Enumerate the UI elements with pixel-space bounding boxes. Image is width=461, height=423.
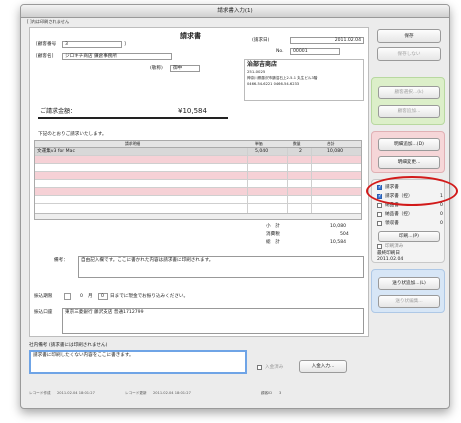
col-divider bbox=[311, 148, 312, 219]
table-row[interactable] bbox=[35, 172, 361, 180]
due-label: 振込期限 bbox=[34, 294, 53, 299]
issuer-postal: 251-0025 bbox=[247, 69, 266, 74]
delivery-group: 送り状追加...(L) 送り状編集... bbox=[371, 269, 445, 313]
invoice-no-label: No. bbox=[276, 49, 284, 54]
print-delivery-checkbox[interactable] bbox=[377, 203, 382, 208]
detail-table[interactable]: 請求明細 単価 数量 合計 文運集v3 for Mac 5,040 2 10,0… bbox=[34, 140, 362, 220]
row-total: 10,080 bbox=[327, 149, 344, 154]
customer-id-value: 3 bbox=[279, 391, 282, 395]
row-qty: 2 bbox=[299, 149, 302, 154]
print-receipt-checkbox[interactable] bbox=[377, 221, 382, 226]
highlight-oval bbox=[366, 176, 458, 206]
invoice-paper: 請求書 [顧客番号 3 ] [顧客名] ジロキチ商店 鎌倉事務所 (敬称) 御中… bbox=[29, 27, 369, 337]
row-item: 文運集v3 for Mac bbox=[37, 149, 75, 154]
created-label: レコード作成 bbox=[29, 391, 51, 395]
amount-label: ご請求金額： bbox=[40, 108, 77, 115]
customer-name-label: [顧客名] bbox=[36, 54, 54, 59]
invoice-date-label: (請求日) bbox=[252, 38, 270, 43]
invoice-date-field[interactable]: 2011.02.04 bbox=[290, 37, 364, 44]
table-row[interactable] bbox=[35, 180, 361, 188]
customer-number-label: [顧客番号 bbox=[36, 42, 57, 47]
tax-value: 504 bbox=[340, 232, 349, 237]
total-label: 総 計 bbox=[266, 240, 280, 245]
remarks-label: 備考： bbox=[54, 258, 68, 263]
window-title: 請求書入力(1) bbox=[21, 5, 449, 18]
tax-label: 消費税 bbox=[266, 232, 280, 237]
due-checkbox[interactable] bbox=[64, 293, 71, 300]
remarks-field[interactable]: 自由記入欄です。ここに書かれた内容は請求書に印刷されます。 bbox=[78, 256, 364, 278]
delivery-edit-button[interactable]: 送り状編集... bbox=[378, 295, 440, 308]
table-row[interactable] bbox=[35, 196, 361, 204]
subtotal-value: 10,080 bbox=[330, 224, 347, 229]
detail-group: 明細追加...(D) 明細変更... bbox=[371, 131, 445, 173]
internal-notes-label: 社内備考 (請求書には印刷されません) bbox=[29, 343, 108, 348]
issuer-block[interactable]: 治部吉商店 251-0025 神奈川県藤沢市鵠沼石上2-5-1 丸生ビル3階 0… bbox=[244, 59, 364, 101]
issuer-name: 治部吉商店 bbox=[247, 61, 278, 68]
subtotal-label: 小 計 bbox=[266, 224, 280, 229]
customer-name-field[interactable]: ジロキチ商店 鎌倉事務所 bbox=[62, 53, 172, 60]
invoice-window: 請求書入力(1) [ ]内は印刷されません 請求書 [顧客番号 3 ] [顧客名… bbox=[20, 4, 450, 409]
customer-number-field[interactable]: 3 bbox=[62, 41, 122, 48]
detail-add-button[interactable]: 明細追加...(D) bbox=[378, 138, 440, 151]
col-total: 合計 bbox=[327, 141, 335, 146]
honorific-field[interactable]: 御中 bbox=[170, 65, 200, 72]
internal-notes-field[interactable]: 請求書に印刷したくない内容をここに書きます。 bbox=[29, 350, 247, 374]
payment-received-label: 入金済み bbox=[265, 365, 284, 370]
print-delivery-copy-checkbox[interactable] bbox=[377, 212, 382, 217]
total-value: 10,584 bbox=[330, 240, 347, 245]
payment-input-button[interactable]: 入金入力... bbox=[299, 360, 347, 373]
last-print-value: 2011.02.04 bbox=[377, 257, 404, 262]
save-button[interactable]: 保存 bbox=[377, 29, 441, 43]
detail-change-button[interactable]: 明細変更... bbox=[378, 156, 440, 169]
created-value: 2011.02.04 18:01:27 bbox=[57, 391, 95, 395]
bank-field[interactable]: 東京三菱銀行 藤沢支店 普通1712799 bbox=[62, 308, 364, 334]
col-price: 単価 bbox=[255, 141, 263, 146]
updated-label: レコード更新 bbox=[125, 391, 147, 395]
print-button[interactable]: 印刷...(P) bbox=[378, 231, 440, 242]
amount-underline bbox=[38, 117, 228, 119]
amount-value: ¥10,584 bbox=[178, 107, 207, 115]
customer-number-bracket: ] bbox=[124, 42, 126, 47]
table-row[interactable] bbox=[35, 156, 361, 164]
discard-button[interactable]: 保存しない bbox=[377, 47, 441, 61]
updated-value: 2011.02.04 18:01:27 bbox=[153, 391, 191, 395]
col-divider bbox=[287, 148, 288, 219]
honorific-label: (敬称) bbox=[150, 66, 163, 71]
due-month-value: 0 bbox=[80, 294, 83, 299]
table-row[interactable] bbox=[35, 164, 361, 172]
intro-text: 下記のとおりご請求いたします。 bbox=[38, 132, 107, 137]
table-row[interactable] bbox=[35, 188, 361, 196]
table-row[interactable]: 文運集v3 for Mac 5,040 2 10,080 bbox=[35, 148, 361, 156]
top-note: [ ]内は印刷されません bbox=[27, 19, 70, 24]
print-receipt-label: 領収書 bbox=[385, 221, 399, 226]
delivery-add-button[interactable]: 送り状追加...(L) bbox=[378, 277, 440, 290]
printed-label: 印刷済み bbox=[385, 244, 404, 249]
invoice-no-field[interactable]: 00001 bbox=[290, 48, 340, 55]
print-delivery-count: 0 bbox=[440, 203, 443, 208]
printed-checkbox[interactable] bbox=[377, 244, 382, 249]
col-qty: 数量 bbox=[293, 141, 301, 146]
col-item: 請求明細 bbox=[125, 141, 141, 146]
due-month-suffix: 月 bbox=[88, 294, 93, 299]
bank-label: 振込口座 bbox=[34, 310, 53, 315]
issuer-phone: 0466-54-6221 0466-54-6233 bbox=[247, 82, 300, 86]
horizontal-scrollbar[interactable] bbox=[35, 213, 361, 219]
print-receipt-count: 0 bbox=[440, 221, 443, 226]
customer-group: 顧客選択...(k) 顧客追加... bbox=[371, 77, 445, 125]
customer-select-button[interactable]: 顧客選択...(k) bbox=[378, 86, 440, 99]
payment-received-checkbox[interactable] bbox=[257, 365, 262, 370]
last-print-label: 最終印刷日 bbox=[377, 251, 400, 256]
customer-id-label: 顧客ID bbox=[261, 391, 273, 395]
col-divider bbox=[247, 148, 248, 219]
due-text: 日までに現金でお振り込みください。 bbox=[110, 294, 189, 299]
row-price: 5,040 bbox=[255, 149, 269, 154]
due-day-field[interactable]: 0 bbox=[98, 293, 108, 300]
issuer-address: 神奈川県藤沢市鵠沼石上2-5-1 丸生ビル3階 bbox=[247, 76, 318, 80]
detail-table-header: 請求明細 単価 数量 合計 bbox=[35, 141, 361, 148]
print-delivery-copy-label: 納品書（控） bbox=[385, 212, 413, 217]
print-delivery-copy-count: 0 bbox=[440, 212, 443, 217]
doc-title: 請求書 bbox=[180, 32, 201, 40]
customer-add-button[interactable]: 顧客追加... bbox=[378, 105, 440, 118]
